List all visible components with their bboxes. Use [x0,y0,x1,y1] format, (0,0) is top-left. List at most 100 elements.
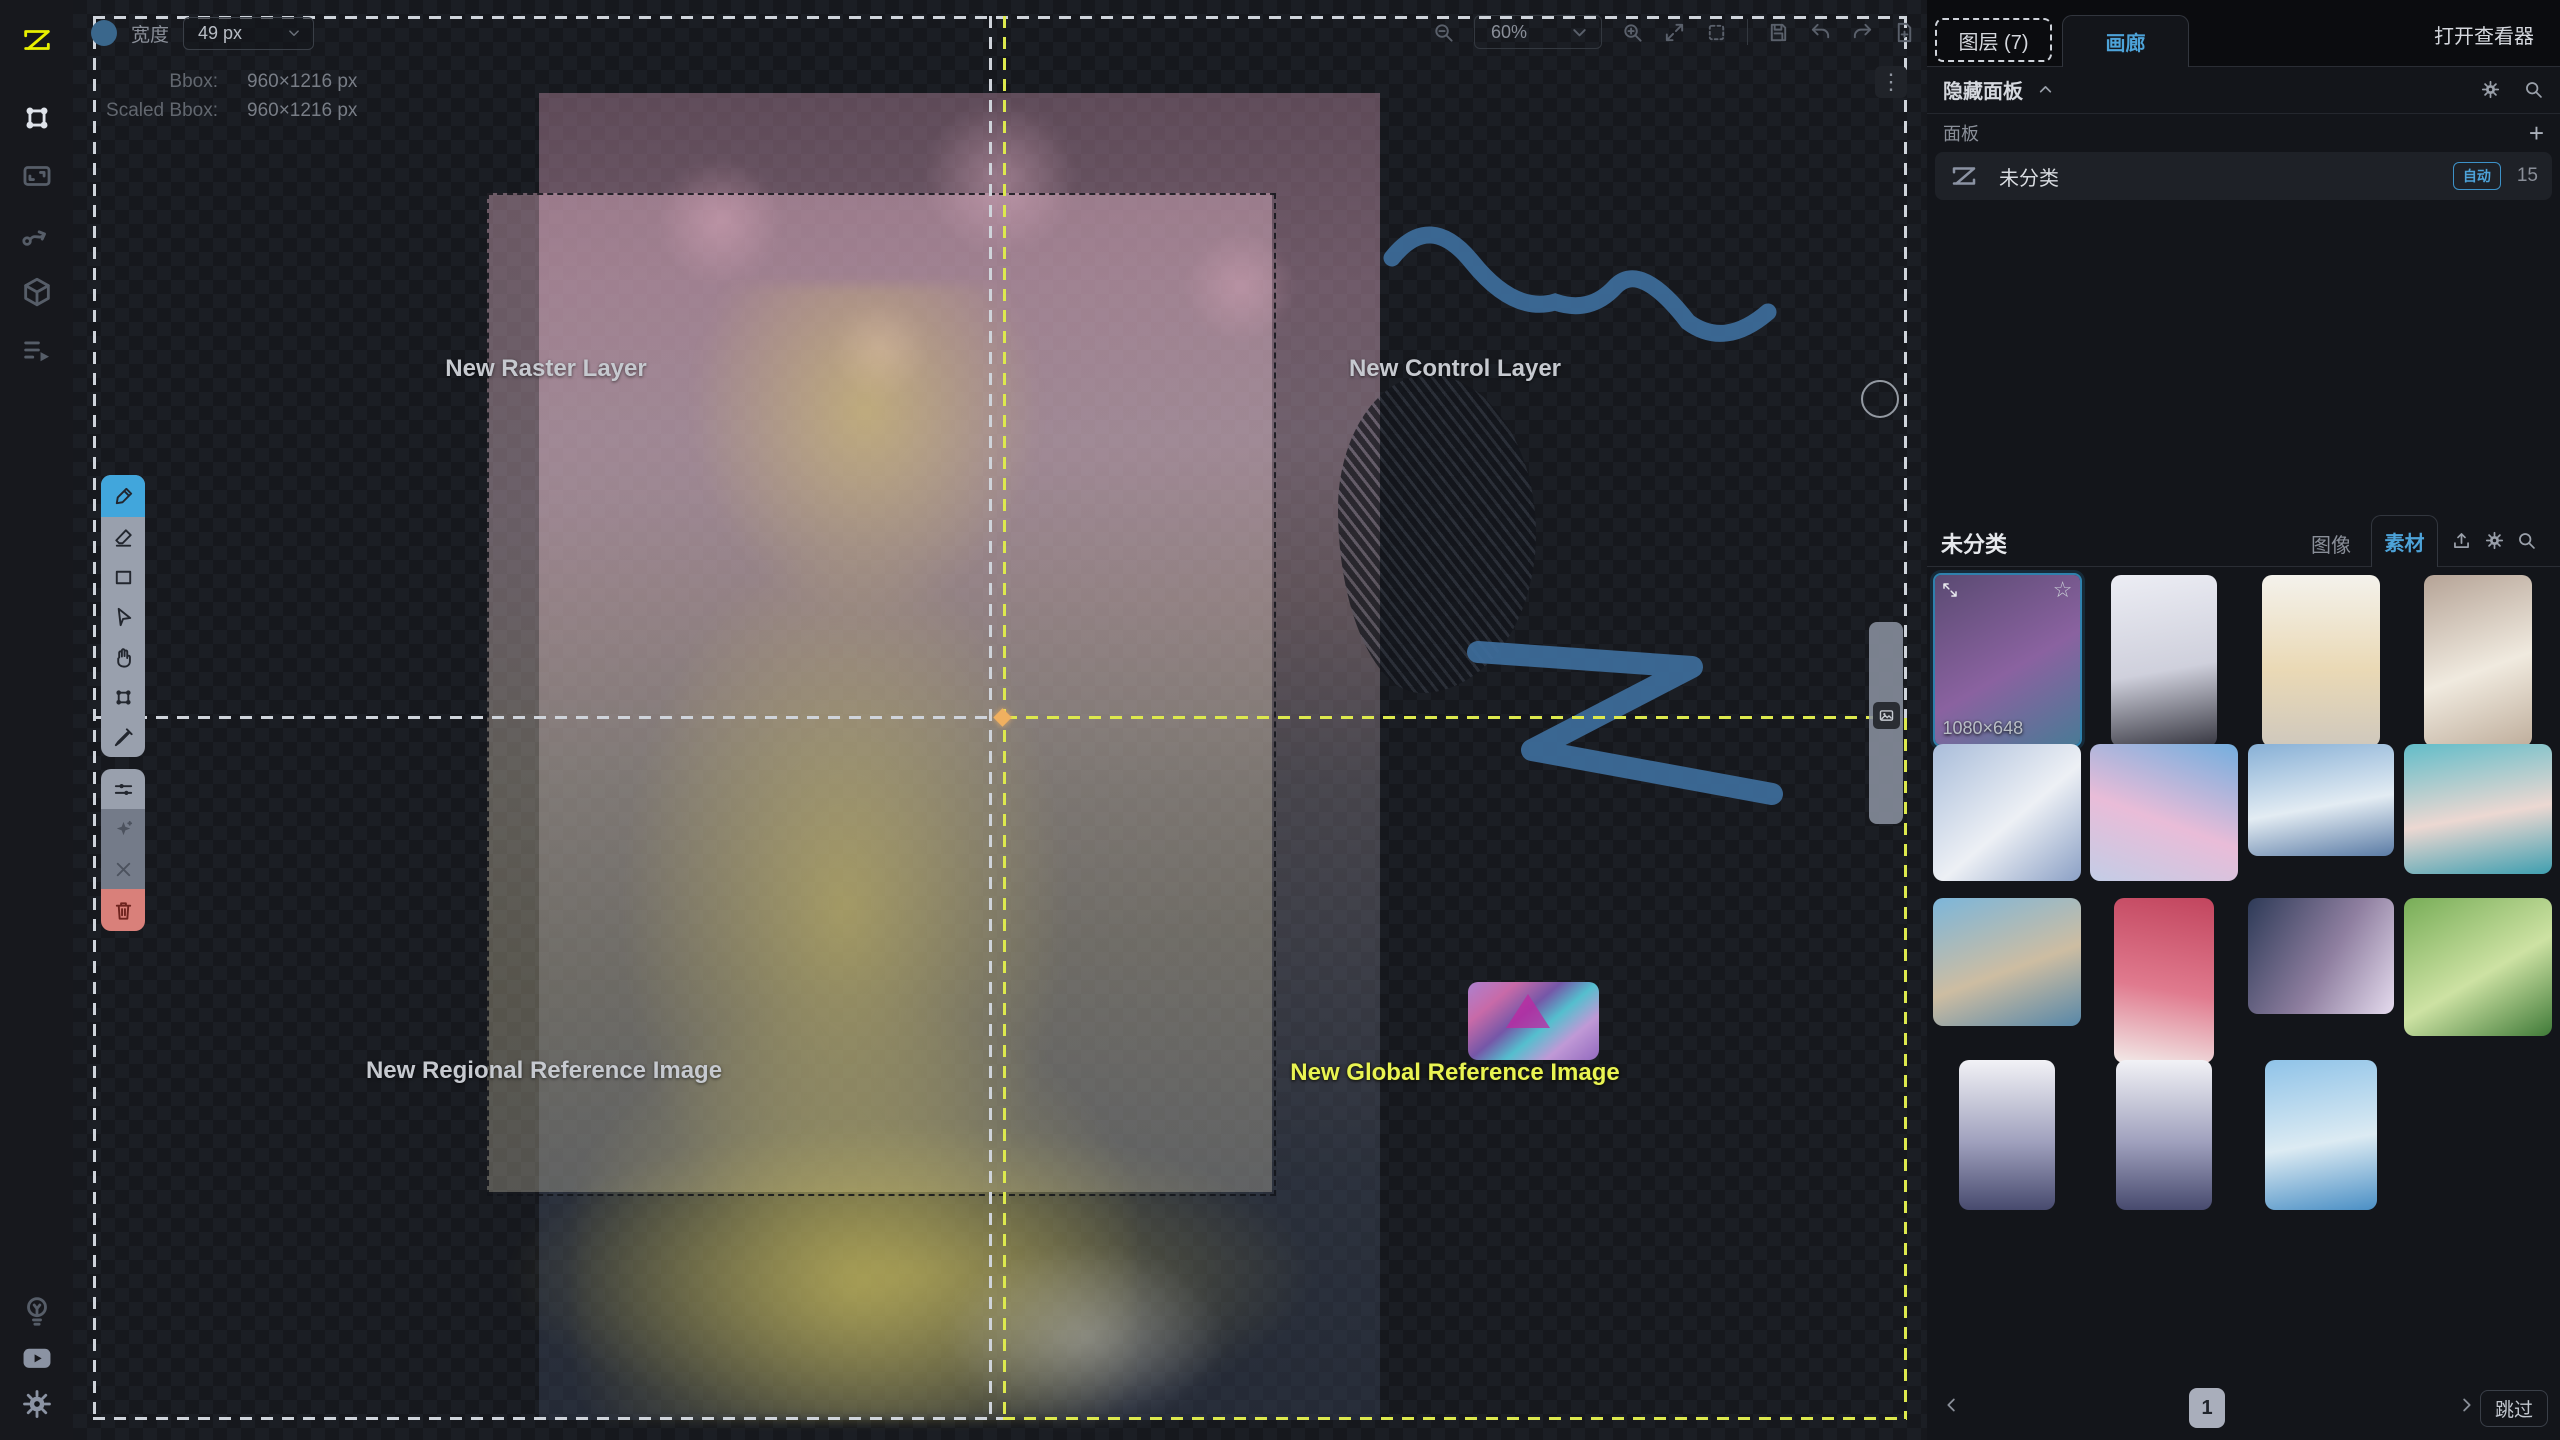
regional-reference-label: New Regional Reference Image [366,1057,722,1085]
panel-section-header: 面板 + [1943,120,2544,146]
hide-panel-label[interactable]: 隐藏面板 [1943,75,2023,104]
panel-tabstrip: 图层 (7) 画廊 打开查看器 [1927,0,2560,67]
pan-hand-tool-button[interactable] [101,637,145,677]
gallery-thumbnail[interactable] [1959,1060,2055,1210]
thumbnail-size-label: 1080×648 [1943,718,2024,739]
panel-logo-icon [1949,161,1979,191]
panel-section-title: 面板 [1943,120,1979,146]
expand-arrows-icon[interactable] [1941,581,1959,599]
tab-materials[interactable]: 素材 [2371,515,2438,567]
gallery-thumbnail[interactable] [2248,898,2394,1014]
center-guide-horizontal-white [93,716,1001,719]
right-panel: 图层 (7) 画廊 打开查看器 隐藏面板 面板 + 未分类 自动 15 未分类 … [1927,0,2560,1440]
select-tool-button[interactable] [101,597,145,637]
fit-selection-icon[interactable] [1705,21,1728,44]
gallery-header: 未分类 图像 素材 [1927,515,2560,567]
brush-color-swatch[interactable] [91,20,117,46]
gallery-row [1933,744,2552,881]
canvas-area[interactable]: New Raster Layer New Control Layer New R… [73,0,1927,1440]
global-region-horizontal-yellow[interactable] [1005,716,1907,719]
settings-gear-icon[interactable] [15,1382,59,1426]
width-value: 49 px [198,23,242,44]
gallery-thumbnail[interactable] [2090,744,2238,881]
panel-search-icon[interactable] [2523,79,2544,100]
eraser-tool-button[interactable] [101,517,145,557]
width-label: 宽度 [131,20,169,47]
eyedropper-tool-button[interactable] [101,717,145,757]
gallery-row: ☆ 1080×648 [1933,575,2552,747]
magic-enhance-button[interactable] [101,809,145,849]
task-list-icon[interactable] [15,328,59,372]
save-icon[interactable] [1767,21,1790,44]
gallery-pagination: 1 跳过 [1927,1386,2560,1432]
panel-row-name: 未分类 [1999,162,2059,191]
gallery-row [1933,1060,2395,1210]
brush-settings-toolbar: 宽度 49 px [91,14,314,52]
redo-icon[interactable] [1851,21,1874,44]
canvas-zoom-toolbar: 60% [1432,14,1958,50]
page-next-icon[interactable] [2455,1394,2477,1416]
page-number-button[interactable]: 1 [2189,1388,2225,1428]
panel-row-uncategorized[interactable]: 未分类 自动 15 [1935,152,2552,200]
transform-box-icon[interactable] [15,96,59,140]
canvas-menu-button[interactable]: ⋮ [1875,66,1907,98]
gallery-thumbnail[interactable] [2111,575,2217,747]
tab-layers[interactable]: 图层 (7) [1935,18,2052,62]
reference-image-button[interactable] [1873,702,1900,729]
panel-row-count: 15 [2517,165,2538,187]
delete-layer-button[interactable] [101,889,145,931]
zoom-level-dropdown[interactable]: 60% [1474,15,1602,49]
tool-palette [101,475,145,931]
undo-icon[interactable] [1809,21,1832,44]
star-icon[interactable]: ☆ [2053,577,2073,603]
open-viewer-button[interactable]: 打开查看器 [2434,20,2534,49]
gallery-thumbnail[interactable] [1933,898,2081,1026]
gallery-thumbnail[interactable] [2248,744,2394,856]
tab-gallery[interactable]: 画廊 [2062,15,2189,67]
curve-path-icon[interactable] [15,212,59,256]
gallery-thumbnail[interactable] [1933,744,2081,881]
scaled-bbox-value: 960×1216 px [247,100,357,122]
panel-gear-icon[interactable] [2480,79,2501,100]
fit-view-icon[interactable] [1663,21,1686,44]
toolbar-divider [1747,19,1748,45]
frame-icon[interactable] [15,154,59,198]
tab-images[interactable]: 图像 [2311,529,2351,558]
app-window: New Raster Layer New Control Layer New R… [0,0,2560,1440]
skip-button[interactable]: 跳过 [2480,1390,2548,1427]
page-prev-icon[interactable] [1941,1394,1963,1416]
export-document-icon[interactable] [1893,21,1916,44]
global-reference-thumbnail[interactable] [1468,982,1599,1060]
gallery-thumbnail[interactable] [2404,898,2552,1036]
add-panel-icon[interactable]: + [2529,120,2544,146]
zoom-out-icon[interactable] [1432,21,1455,44]
adjustments-button[interactable] [101,769,145,809]
brush-tool-button[interactable] [101,475,145,517]
gallery-thumbnail[interactable] [2114,898,2214,1063]
gallery-thumbnail[interactable] [2262,575,2380,747]
cube-3d-icon[interactable] [15,270,59,314]
brush-cursor-outline [1861,380,1899,418]
hide-panel-row: 隐藏面板 [1927,66,2560,114]
gallery-thumbnail[interactable] [2424,575,2532,747]
gallery-thumbnail[interactable] [2265,1060,2377,1210]
width-dropdown[interactable]: 49 px [183,17,314,50]
gallery-search-icon[interactable] [2516,530,2537,551]
global-region-bottom-yellow [1003,1417,1907,1420]
gallery-thumbnail[interactable] [2404,744,2552,874]
gallery-thumbnail[interactable]: ☆ 1080×648 [1935,575,2080,745]
zoom-in-icon[interactable] [1621,21,1644,44]
bbox-value: 960×1216 px [247,71,357,93]
clear-button[interactable] [101,849,145,889]
app-logo-icon[interactable] [15,18,59,62]
lightbulb-icon[interactable] [15,1288,59,1332]
youtube-icon[interactable] [15,1336,59,1380]
global-region-right-yellow [1904,718,1907,1419]
gallery-thumbnail[interactable] [2116,1060,2212,1210]
rectangle-tool-button[interactable] [101,557,145,597]
chevron-up-icon[interactable] [2035,79,2056,100]
regional-reference-bounds [487,193,1276,1196]
transform-tool-button[interactable] [101,677,145,717]
upload-icon[interactable] [2451,530,2472,551]
gallery-gear-icon[interactable] [2484,530,2505,551]
